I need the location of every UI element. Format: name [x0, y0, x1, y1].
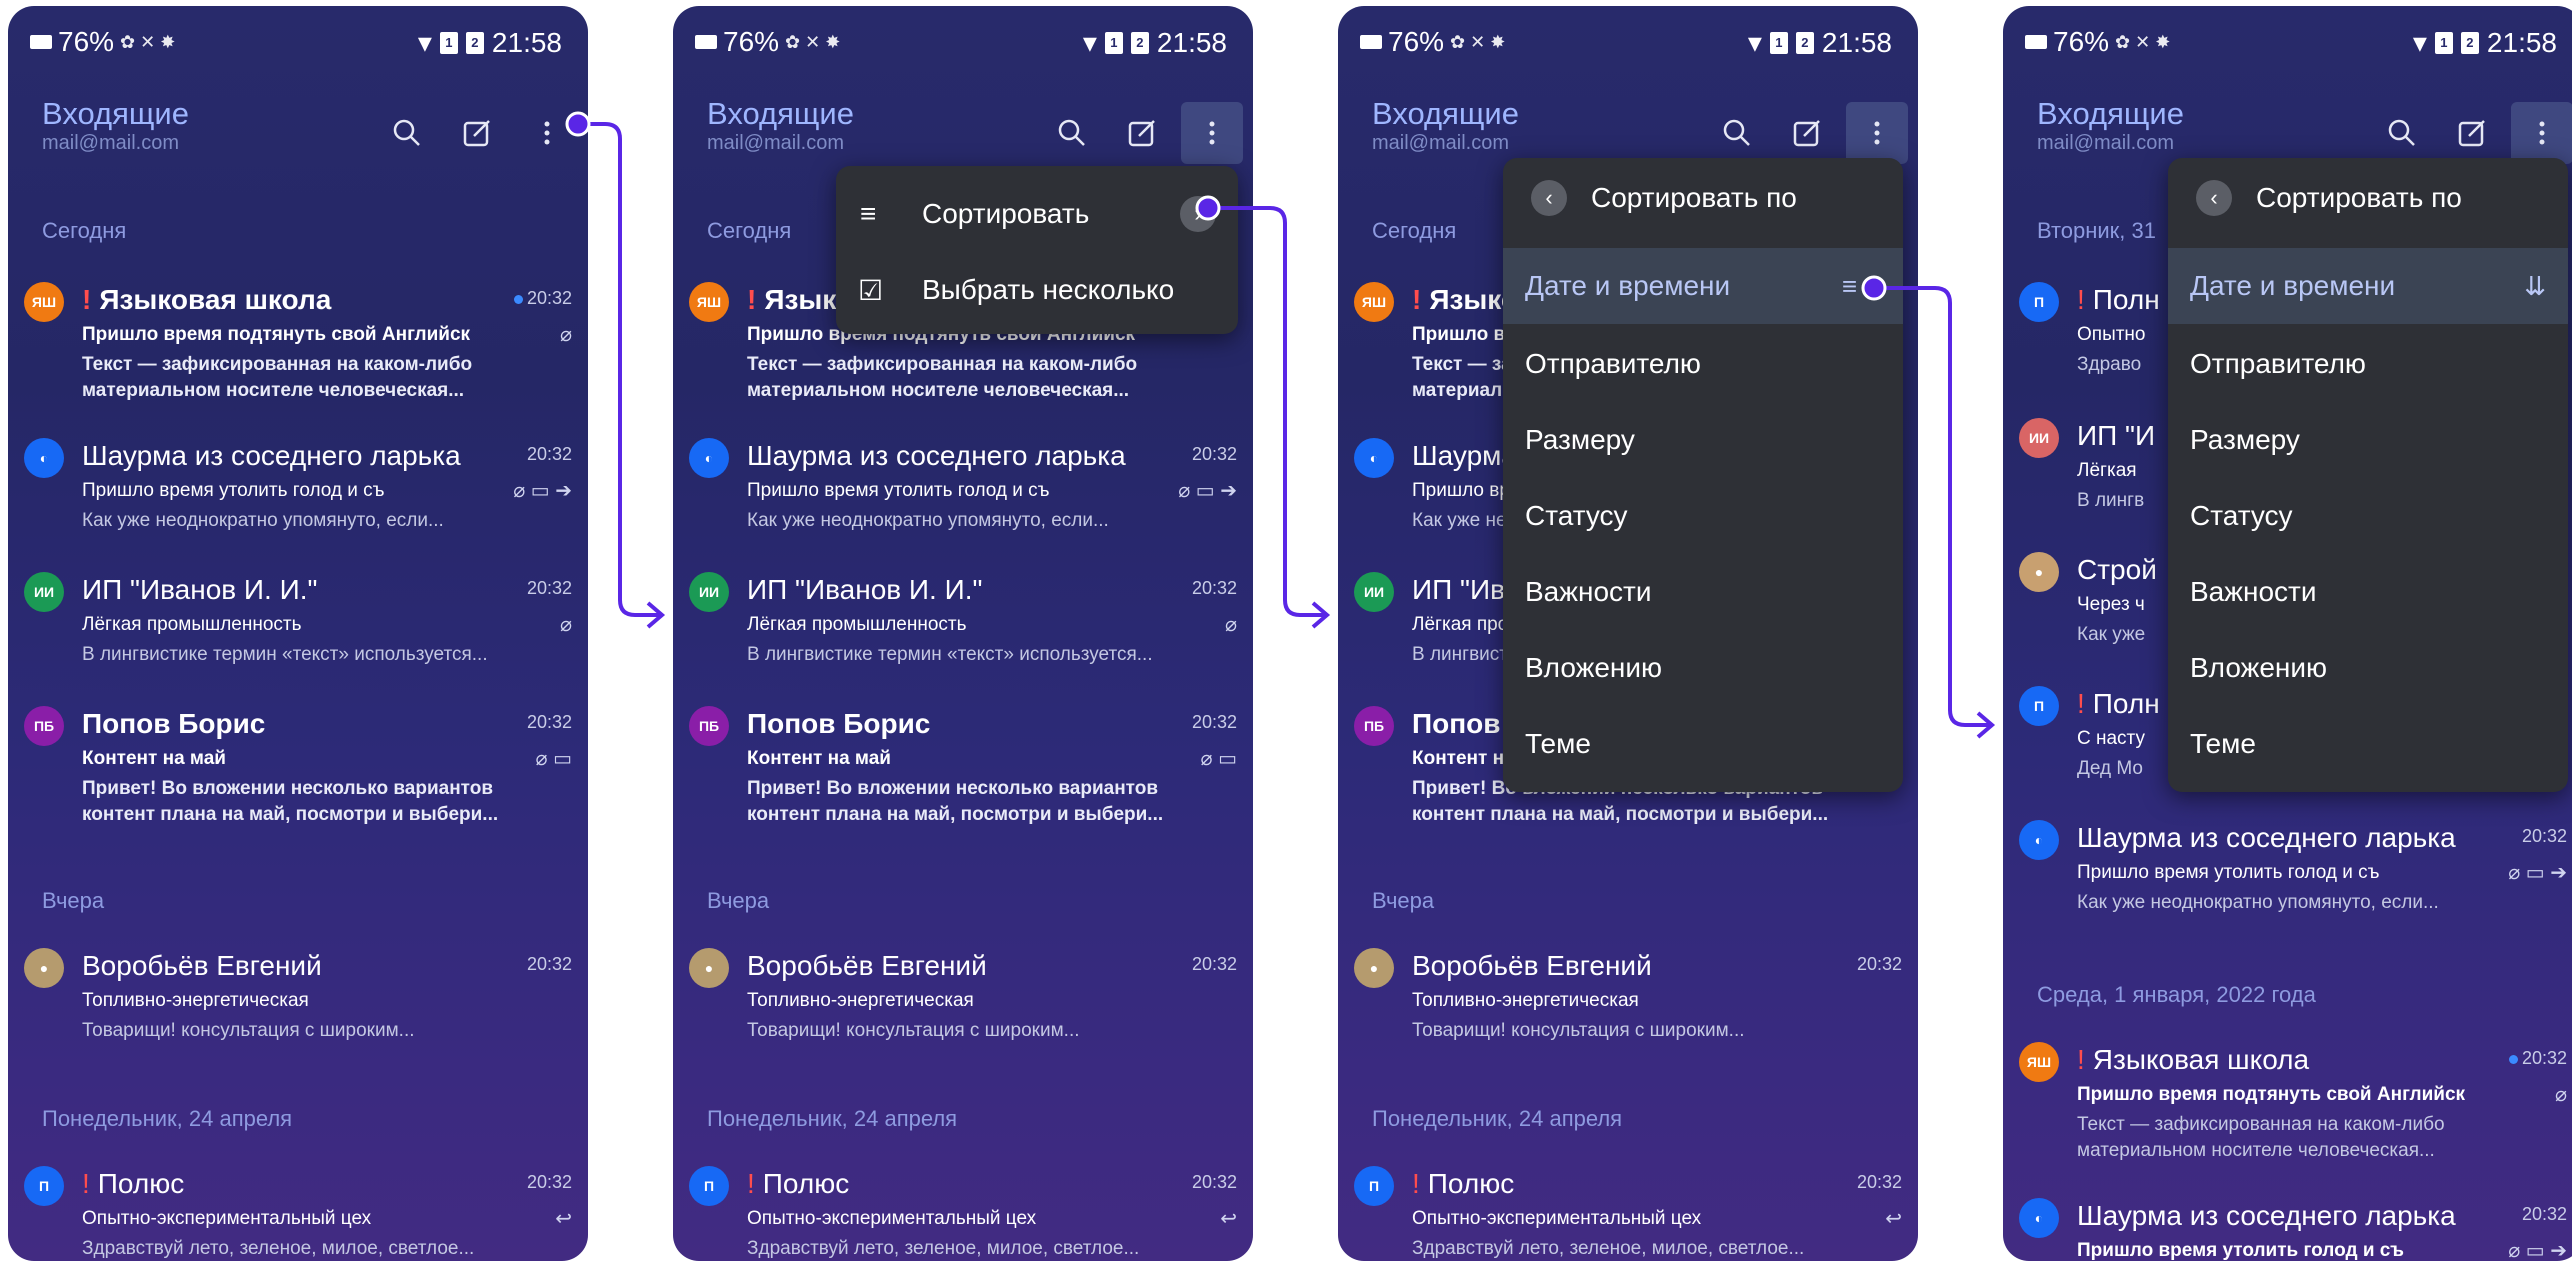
- flow-connectors: [565, 111, 1996, 739]
- connector-3: [1874, 286, 1996, 739]
- connector-2: [1208, 206, 1331, 629]
- connector-dot-3: [1861, 275, 1887, 301]
- connector-dot-1: [565, 111, 591, 137]
- connector-dot-2: [1195, 195, 1221, 221]
- connector-1: [578, 122, 666, 629]
